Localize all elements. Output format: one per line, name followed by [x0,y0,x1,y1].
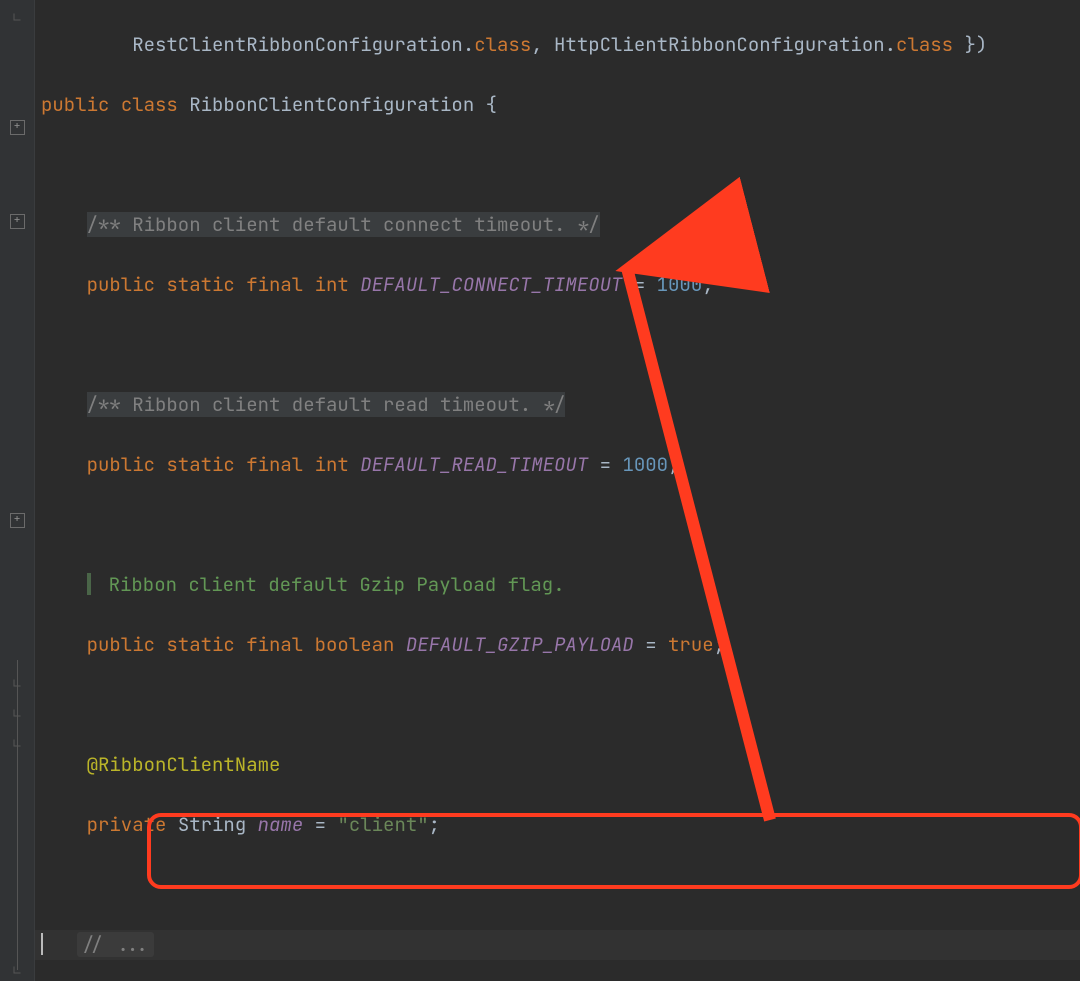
text-caret [41,933,43,955]
code-line: private String name = "client"; [35,810,1080,840]
fold-end-icon[interactable] [0,698,34,728]
rendered-javadoc: Ribbon client default Gzip Payload flag. [109,572,565,597]
code-line [35,330,1080,360]
code-line: /** Ribbon client default read timeout. … [35,390,1080,420]
code-editor[interactable]: + + + RestClientRibbonConfiguration.clas… [0,0,1080,981]
fold-toggle-icon[interactable]: + [0,505,34,535]
javadoc-comment: /** Ribbon client default connect timeou… [87,212,600,237]
code-line: public static final int DEFAULT_CONNECT_… [35,270,1080,300]
code-line: @RibbonClientName [35,750,1080,780]
code-line: public static final int DEFAULT_READ_TIM… [35,450,1080,480]
code-line [35,150,1080,180]
fold-end-icon[interactable] [0,668,34,698]
code-line: Ribbon client default Gzip Payload flag. [35,570,1080,600]
annotation: @RibbonClientName [87,752,281,777]
fold-toggle-icon[interactable]: + [0,112,34,142]
javadoc-comment: /** Ribbon client default read timeout. … [87,392,566,417]
code-area[interactable]: RestClientRibbonConfiguration.class, Htt… [35,0,1080,981]
code-line: public static final boolean DEFAULT_GZIP… [35,630,1080,660]
code-line [35,510,1080,540]
fold-toggle-icon[interactable]: + [0,206,34,236]
folded-region[interactable]: // ... [77,932,153,957]
fold-end-icon[interactable] [0,955,34,981]
code-line-active: // ... [35,930,1080,960]
code-line: /** Ribbon client default connect timeou… [35,210,1080,240]
code-line: RestClientRibbonConfiguration.class, Htt… [35,30,1080,60]
doc-gutter-bar [87,573,91,595]
code-line: public class RibbonClientConfiguration { [35,90,1080,120]
code-line [35,870,1080,900]
gutter: + + + [0,0,35,981]
fold-end-icon[interactable] [0,2,34,32]
fold-end-icon[interactable] [0,728,34,758]
code-line [35,690,1080,720]
